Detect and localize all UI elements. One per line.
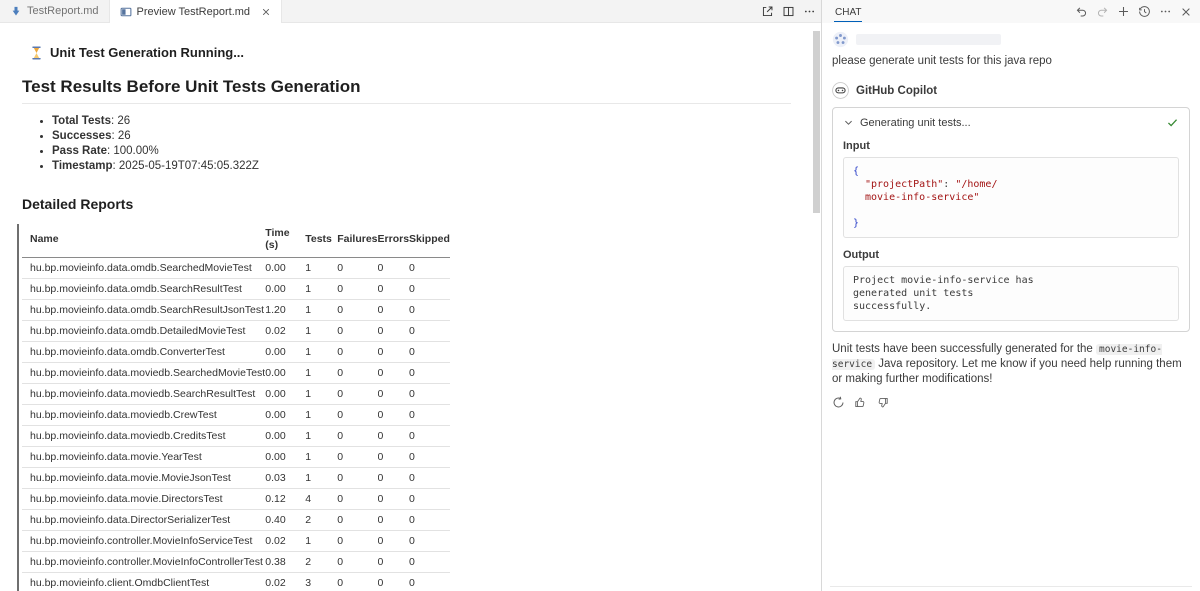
input-label: Input xyxy=(843,140,1179,152)
tool-header[interactable]: Generating unit tests... xyxy=(843,116,1179,129)
markdown-file-icon xyxy=(10,5,22,17)
tab-label: Preview TestReport.md xyxy=(137,6,251,18)
table-row: hu.bp.movieinfo.data.moviedb.SearchedMov… xyxy=(22,363,450,384)
split-editor-icon[interactable] xyxy=(782,5,795,18)
table-row: hu.bp.movieinfo.data.omdb.SearchResultTe… xyxy=(22,279,450,300)
markdown-content: Unit Test Generation Running... Test Res… xyxy=(0,23,821,591)
editor-scrollbar-thumb[interactable] xyxy=(813,31,820,213)
table-row: hu.bp.movieinfo.data.omdb.SearchResultJs… xyxy=(22,300,450,321)
column-header-failures: Failures xyxy=(337,222,377,258)
editor-actions xyxy=(761,0,821,22)
page-title: Unit Test Generation Running... xyxy=(30,45,791,60)
check-icon xyxy=(1166,116,1179,129)
tool-invocation-card: Generating unit tests... Input { "projec… xyxy=(832,107,1190,332)
chat-input-divider xyxy=(830,586,1192,587)
summary-item: Pass Rate: 100.00% xyxy=(52,145,791,157)
summary-item: Total Tests: 26 xyxy=(52,115,791,127)
new-chat-icon[interactable] xyxy=(1117,5,1130,18)
chevron-down-icon xyxy=(843,117,854,128)
input-code-block: { "projectPath": "/home/ movie-info-serv… xyxy=(843,157,1179,238)
json-key: "projectPath" xyxy=(865,179,943,190)
response-text: Unit tests have been successfully genera… xyxy=(832,343,1096,355)
section-title: Test Results Before Unit Tests Generatio… xyxy=(22,77,791,104)
response-feedback-bar xyxy=(832,396,1190,409)
more-icon[interactable] xyxy=(1159,5,1172,18)
chat-body: please generate unit tests for this java… xyxy=(822,23,1200,409)
retry-icon[interactable] xyxy=(832,396,845,409)
table-row: hu.bp.movieinfo.client.OmdbClientTest 0.… xyxy=(22,573,450,591)
table-row: hu.bp.movieinfo.data.movie.MovieJsonTest… xyxy=(22,468,450,489)
json-colon: : xyxy=(943,179,955,190)
output-line: successfully. xyxy=(853,300,1169,313)
summary-list: Total Tests: 26 Successes: 26 Pass Rate: 1… xyxy=(22,115,791,172)
output-code-block: Project movie-info-service has generated… xyxy=(843,266,1179,321)
table-row: hu.bp.movieinfo.data.moviedb.CreditsTest… xyxy=(22,426,450,447)
table-row: hu.bp.movieinfo.data.omdb.SearchedMovieT… xyxy=(22,258,450,279)
json-value: movie-info-service" xyxy=(865,192,979,203)
table-row: hu.bp.movieinfo.data.moviedb.SearchResul… xyxy=(22,384,450,405)
chat-panel-tab[interactable]: CHAT xyxy=(834,2,862,22)
column-header-errors: Errors xyxy=(378,222,410,258)
summary-item: Timestamp: 2025-05-19T07:45:05.322Z xyxy=(52,160,791,172)
column-header-tests: Tests xyxy=(305,222,337,258)
editor-group: TestReport.md Preview TestReport.md xyxy=(0,0,821,591)
table-row: hu.bp.movieinfo.controller.MovieInfoCont… xyxy=(22,552,450,573)
markdown-preview: Unit Test Generation Running... Test Res… xyxy=(0,23,821,591)
user-message: please generate unit tests for this java… xyxy=(832,55,1190,67)
table-row: hu.bp.movieinfo.data.movie.DirectorsTest… xyxy=(22,489,450,510)
table-header-row: Name Time (s) Tests Failures Errors Skip… xyxy=(22,222,450,258)
summary-item: Successes: 26 xyxy=(52,130,791,142)
tab-preview-testreport-md[interactable]: Preview TestReport.md xyxy=(110,0,283,23)
json-value: "/home/ xyxy=(955,179,997,190)
editor-tab-bar: TestReport.md Preview TestReport.md xyxy=(0,0,821,23)
response-text: Java repository. Let me know if you need… xyxy=(832,358,1182,385)
tab-label: TestReport.md xyxy=(27,5,99,17)
assistant-response: Unit tests have been successfully genera… xyxy=(832,342,1190,387)
chat-panel-header: CHAT xyxy=(822,0,1200,23)
close-panel-icon[interactable] xyxy=(1180,6,1192,18)
output-line: Project movie-info-service has xyxy=(853,274,1169,287)
column-header-name: Name xyxy=(22,222,265,258)
hourglass-icon xyxy=(30,46,43,60)
output-label: Output xyxy=(843,249,1179,261)
vscode-window: TestReport.md Preview TestReport.md xyxy=(0,0,1200,591)
output-line: generated unit tests xyxy=(853,287,1169,300)
thumbs-down-icon[interactable] xyxy=(876,396,889,409)
history-icon[interactable] xyxy=(1138,5,1151,18)
user-avatar xyxy=(832,31,849,48)
close-tab-icon[interactable] xyxy=(261,7,271,17)
table-row: hu.bp.movieinfo.data.omdb.DetailedMovieT… xyxy=(22,321,450,342)
table-row: hu.bp.movieinfo.data.movie.YearTest 0.00… xyxy=(22,447,450,468)
table-row: hu.bp.movieinfo.data.moviedb.CrewTest 0.… xyxy=(22,405,450,426)
column-header-skipped: Skipped xyxy=(409,222,450,258)
reports-table: Name Time (s) Tests Failures Errors Skip… xyxy=(22,222,450,591)
table-row: hu.bp.movieinfo.data.DirectorSerializerT… xyxy=(22,510,450,531)
user-name-redacted xyxy=(856,34,1001,45)
markdown-preview-icon xyxy=(120,6,132,18)
table-row: hu.bp.movieinfo.controller.MovieInfoServ… xyxy=(22,531,450,552)
assistant-name: GitHub Copilot xyxy=(856,85,937,97)
more-actions-icon[interactable] xyxy=(803,5,816,18)
page-title-text: Unit Test Generation Running... xyxy=(50,45,244,60)
tab-testreport-md[interactable]: TestReport.md xyxy=(0,0,110,22)
redo-icon[interactable] xyxy=(1096,5,1109,18)
tool-header-text: Generating unit tests... xyxy=(860,117,971,129)
json-brace: { xyxy=(853,166,859,177)
chat-panel: CHAT xyxy=(821,0,1200,591)
open-changes-icon[interactable] xyxy=(761,5,774,18)
thumbs-up-icon[interactable] xyxy=(854,396,867,409)
undo-icon[interactable] xyxy=(1075,5,1088,18)
chat-actions xyxy=(1075,5,1200,18)
column-header-time: Time (s) xyxy=(265,222,305,258)
assistant-message-header: GitHub Copilot xyxy=(832,82,1190,99)
copilot-avatar-icon xyxy=(832,82,849,99)
table-row: hu.bp.movieinfo.data.omdb.ConverterTest … xyxy=(22,342,450,363)
reports-title: Detailed Reports xyxy=(22,196,791,212)
json-brace: } xyxy=(853,218,859,229)
user-message-header xyxy=(832,31,1190,48)
